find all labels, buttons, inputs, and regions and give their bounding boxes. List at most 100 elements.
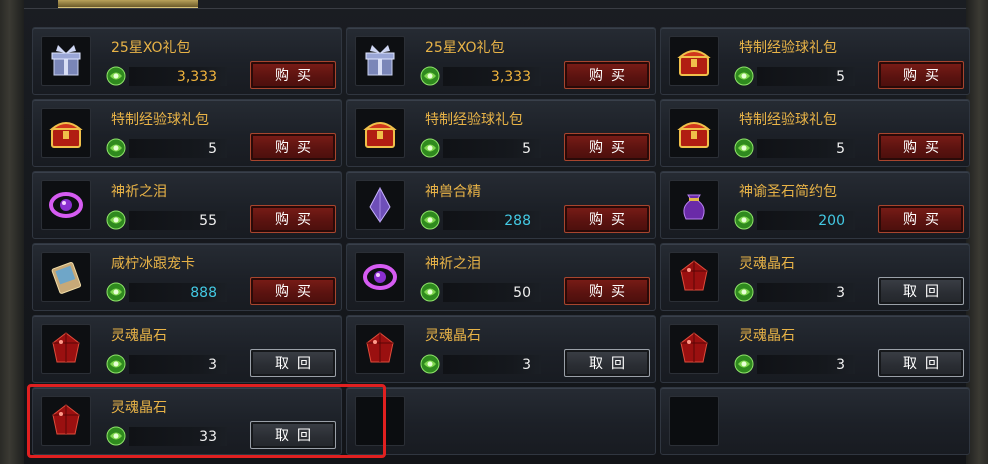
currency-gem-icon	[420, 354, 440, 374]
currency-gem-icon	[734, 210, 754, 230]
currency-gem-icon	[734, 138, 754, 158]
shop-item-card[interactable]: 灵魂晶石 3 取回	[660, 315, 970, 383]
shop-item-card[interactable]: 25星XO礼包 3,333 购买	[346, 27, 656, 95]
item-name: 神祈之泪	[425, 256, 481, 272]
treasure-chest-icon[interactable]	[669, 36, 719, 86]
item-price: 3	[522, 357, 531, 373]
purple-crystal-icon[interactable]	[355, 180, 405, 230]
price-bar: 3	[757, 283, 855, 302]
item-name: 25星XO礼包	[425, 40, 505, 56]
item-name: 灵魂晶石	[739, 328, 795, 344]
item-name: 灵魂晶石	[425, 328, 481, 344]
currency-gem-icon	[420, 138, 440, 158]
shop-item-card[interactable]: 25星XO礼包 3,333 购买	[32, 27, 342, 95]
retrieve-button[interactable]: 取回	[878, 349, 964, 377]
buy-button[interactable]: 购买	[250, 133, 336, 161]
item-name: 25星XO礼包	[111, 40, 191, 56]
shop-item-card[interactable]: 特制经验球礼包 5 购买	[32, 99, 342, 167]
buy-button[interactable]: 购买	[564, 205, 650, 233]
buy-button[interactable]: 购买	[564, 133, 650, 161]
item-price: 3,333	[176, 69, 217, 85]
retrieve-button[interactable]: 取回	[250, 349, 336, 377]
item-name: 特制经验球礼包	[111, 112, 209, 128]
currency-gem-icon	[106, 354, 126, 374]
currency-gem-icon	[734, 66, 754, 86]
currency-gem-icon	[734, 282, 754, 302]
item-name: 灵魂晶石	[739, 256, 795, 272]
price-bar: 888	[129, 283, 227, 302]
price-bar: 50	[443, 283, 541, 302]
item-name: 咸柠冰跟宠卡	[111, 256, 195, 272]
red-gem-icon[interactable]	[355, 324, 405, 374]
gift-box-icon[interactable]	[41, 36, 91, 86]
shop-item-card[interactable]: 咸柠冰跟宠卡 888 购买	[32, 243, 342, 311]
treasure-chest-icon[interactable]	[355, 108, 405, 158]
currency-gem-icon	[106, 210, 126, 230]
price-bar: 3	[757, 355, 855, 374]
pet-card-icon[interactable]	[41, 252, 91, 302]
shop-item-card[interactable]: 神祈之泪 55 购买	[32, 171, 342, 239]
price-bar: 3	[129, 355, 227, 374]
currency-gem-icon	[420, 210, 440, 230]
retrieve-button[interactable]: 取回	[564, 349, 650, 377]
item-price: 50	[513, 285, 531, 301]
buy-button[interactable]: 购买	[878, 133, 964, 161]
retrieve-button[interactable]: 取回	[878, 277, 964, 305]
item-name: 神祈之泪	[111, 184, 167, 200]
treasure-chest-icon[interactable]	[41, 108, 91, 158]
price-bar: 55	[129, 211, 227, 230]
shop-item-card[interactable]: 特制经验球礼包 5 购买	[660, 99, 970, 167]
empty-slot	[346, 387, 656, 455]
price-bar: 288	[443, 211, 541, 230]
currency-gem-icon	[106, 66, 126, 86]
shop-item-card[interactable]: 灵魂晶石 3 取回	[32, 315, 342, 383]
item-price: 3,333	[490, 69, 531, 85]
item-price: 3	[836, 357, 845, 373]
buy-button[interactable]: 购买	[250, 277, 336, 305]
purple-pouch-icon[interactable]	[669, 180, 719, 230]
treasure-chest-icon[interactable]	[669, 108, 719, 158]
item-price: 5	[208, 141, 217, 157]
price-bar: 5	[443, 139, 541, 158]
buy-button[interactable]: 购买	[250, 205, 336, 233]
shop-item-card[interactable]: 特制经验球礼包 5 购买	[346, 99, 656, 167]
buy-button[interactable]: 购买	[250, 61, 336, 89]
empty-icon-slot	[669, 396, 719, 446]
shop-item-card[interactable]: 灵魂晶石 3 取回	[660, 243, 970, 311]
shop-item-card[interactable]: 特制经验球礼包 5 购买	[660, 27, 970, 95]
price-bar: 5	[757, 139, 855, 158]
item-price: 5	[836, 69, 845, 85]
price-bar: 5	[757, 67, 855, 86]
item-name: 特制经验球礼包	[425, 112, 523, 128]
item-name: 神兽合精	[425, 184, 481, 200]
red-gem-icon[interactable]	[669, 252, 719, 302]
item-name: 特制经验球礼包	[739, 40, 837, 56]
empty-slot	[660, 387, 970, 455]
purple-orb-icon[interactable]	[41, 180, 91, 230]
shop-item-card[interactable]: 神祈之泪 50 购买	[346, 243, 656, 311]
gift-box-icon[interactable]	[355, 36, 405, 86]
price-bar: 3	[443, 355, 541, 374]
active-tab[interactable]	[58, 0, 198, 8]
item-price: 3	[836, 285, 845, 301]
left-border	[0, 0, 24, 464]
currency-gem-icon	[106, 282, 126, 302]
item-name: 特制经验球礼包	[739, 112, 837, 128]
red-gem-icon[interactable]	[41, 324, 91, 374]
red-gem-icon[interactable]	[669, 324, 719, 374]
price-bar: 200	[757, 211, 855, 230]
currency-gem-icon	[420, 282, 440, 302]
buy-button[interactable]: 购买	[878, 61, 964, 89]
purple-orb-icon[interactable]	[355, 252, 405, 302]
item-price: 200	[818, 213, 845, 229]
item-price: 55	[199, 213, 217, 229]
item-name: 神谕圣石简约包	[739, 184, 837, 200]
buy-button[interactable]: 购买	[564, 277, 650, 305]
item-price: 288	[504, 213, 531, 229]
buy-button[interactable]: 购买	[564, 61, 650, 89]
price-bar: 5	[129, 139, 227, 158]
shop-item-card[interactable]: 神谕圣石简约包 200 购买	[660, 171, 970, 239]
buy-button[interactable]: 购买	[878, 205, 964, 233]
shop-item-card[interactable]: 灵魂晶石 3 取回	[346, 315, 656, 383]
shop-item-card[interactable]: 神兽合精 288 购买	[346, 171, 656, 239]
